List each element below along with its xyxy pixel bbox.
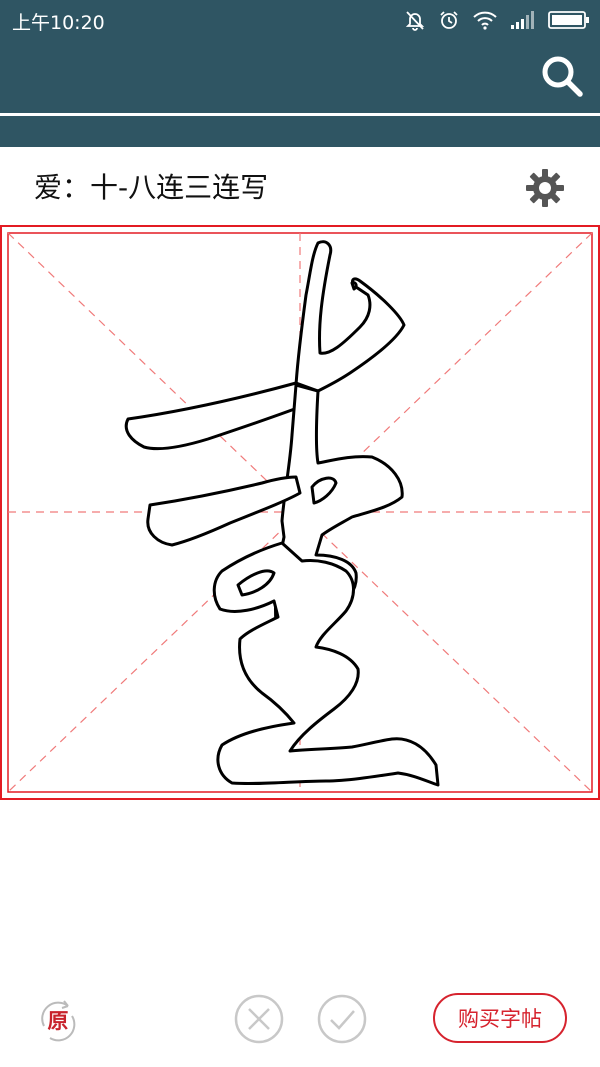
signal-icon [511, 11, 534, 29]
writing-canvas[interactable] [0, 225, 600, 800]
settings-button[interactable] [522, 165, 568, 211]
close-circle-icon [234, 994, 284, 1044]
search-button[interactable] [538, 52, 586, 100]
clear-button[interactable] [233, 993, 285, 1045]
check-circle-icon [317, 994, 367, 1044]
original-label: 原 [47, 1009, 69, 1033]
app-bar-divider [0, 113, 600, 116]
buy-copybook-button[interactable]: 购买字帖 [433, 993, 567, 1043]
status-time: 上午10:20 [12, 12, 105, 34]
wifi-icon [473, 11, 497, 30]
app-bar: 上午10:20 [0, 0, 600, 147]
mute-bell-icon [405, 11, 425, 31]
battery-icon [548, 11, 589, 29]
search-icon [542, 56, 583, 97]
status-bar: 上午10:20 [0, 0, 600, 40]
gear-icon [526, 169, 564, 207]
page-title: 爱：十-八连三连写 [34, 171, 269, 204]
show-original-button[interactable]: 原 [34, 996, 82, 1044]
confirm-button[interactable] [316, 993, 368, 1045]
character-outline [124, 240, 440, 787]
status-icons [404, 8, 590, 32]
alarm-icon [440, 11, 458, 29]
